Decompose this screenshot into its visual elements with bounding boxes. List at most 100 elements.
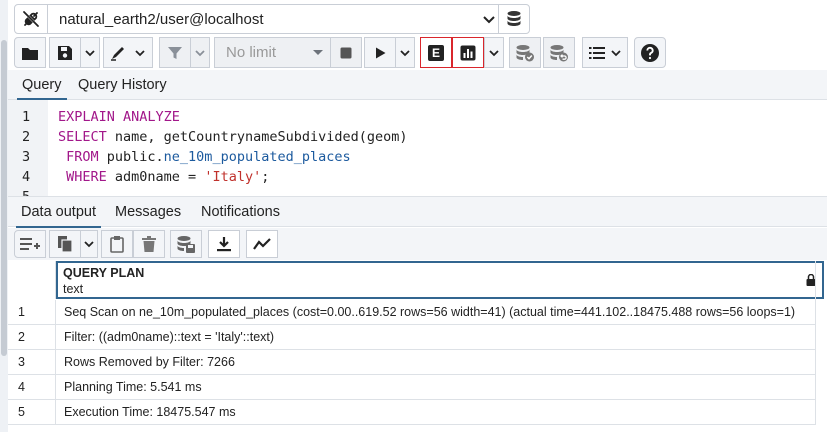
clipboard-icon	[110, 236, 124, 253]
folder-icon	[22, 47, 38, 60]
filter-button[interactable]	[159, 37, 191, 68]
tab-notifications[interactable]: Notifications	[201, 204, 280, 220]
table-row[interactable]: 5 Execution Time: 18475.547 ms	[8, 400, 816, 425]
row-limit-select[interactable]: No limit	[214, 37, 336, 68]
sql-text: ;	[261, 169, 270, 185]
chevron-down-icon	[400, 49, 410, 56]
connection-label: natural_earth2/user@localhost	[59, 10, 264, 28]
tab-query-history[interactable]: Query History	[78, 77, 167, 93]
query-plan-cell[interactable]: Rows Removed by Filter: 7266	[64, 355, 235, 369]
tab-data-output[interactable]: Data output	[16, 204, 101, 228]
explain-button[interactable]: E	[420, 37, 452, 68]
sql-text: public.	[98, 149, 164, 165]
chevron-down-icon	[85, 49, 95, 56]
query-toolbar: No limit E	[14, 37, 827, 68]
sql-text: adm0name =	[106, 169, 205, 185]
sql-keyword: SELECT	[58, 129, 107, 145]
sql-identifier: ne_10m_populated_places	[163, 149, 351, 165]
column-type: text	[63, 282, 84, 296]
row-number: 1	[8, 300, 56, 324]
commit-button[interactable]	[509, 37, 541, 68]
code-line: WHERE adm0name = 'Italy';	[58, 169, 269, 185]
chevron-down-icon	[195, 49, 205, 56]
add-row-button[interactable]	[14, 230, 46, 258]
execute-options-dropdown[interactable]	[395, 37, 415, 68]
line-number: 3	[22, 149, 31, 165]
query-plan-cell[interactable]: Seq Scan on ne_10m_populated_places (cos…	[64, 305, 795, 319]
download-icon	[217, 237, 231, 252]
macros-button[interactable]	[582, 37, 628, 68]
stop-button[interactable]	[330, 37, 362, 68]
sql-editor[interactable]: 1 2 3 4 5 EXPLAIN ANALYZE SELECT name, g…	[8, 100, 827, 196]
line-number: 5	[22, 189, 42, 196]
open-file-button[interactable]	[14, 37, 46, 68]
help-button[interactable]	[634, 37, 666, 68]
chevron-down-icon	[84, 241, 94, 248]
line-chart-icon	[253, 238, 271, 250]
list-icon	[588, 46, 605, 59]
copy-icon	[58, 236, 73, 253]
row-number: 5	[8, 400, 56, 424]
line-number: 4	[22, 169, 31, 185]
table-row[interactable]: 1 Seq Scan on ne_10m_populated_places (c…	[8, 300, 816, 325]
edit-button[interactable]	[103, 37, 153, 68]
query-plan-cell[interactable]: Execution Time: 18475.547 ms	[64, 405, 236, 419]
query-plan-cell[interactable]: Filter: ((adm0name)::text = 'Italy'::tex…	[64, 330, 274, 344]
database-undo-icon	[550, 44, 568, 61]
connection-status-button[interactable]	[14, 4, 48, 34]
caret-down-icon	[313, 50, 323, 55]
explain-options-dropdown[interactable]	[484, 37, 504, 68]
sql-string: 'Italy'	[204, 169, 262, 185]
scrollbar-thumb[interactable]	[1, 40, 7, 356]
filter-icon	[168, 46, 182, 59]
delete-button[interactable]	[133, 230, 165, 258]
play-icon	[376, 47, 386, 58]
add-row-icon	[20, 238, 40, 250]
new-connection-button[interactable]	[498, 4, 530, 34]
line-number: 1	[22, 109, 31, 125]
connection-bar: natural_earth2/user@localhost	[14, 4, 534, 34]
table-row[interactable]: 3 Rows Removed by Filter: 7266	[8, 350, 816, 375]
code-line: EXPLAIN ANALYZE	[58, 109, 180, 125]
graph-visualiser-button[interactable]	[246, 230, 278, 258]
help-icon	[641, 43, 659, 62]
copy-options-dropdown[interactable]	[80, 230, 98, 258]
code-line: SELECT name, getCountrynameSubdivided(ge…	[58, 129, 408, 145]
chevron-down-icon	[489, 49, 499, 56]
query-plan-cell[interactable]: Planning Time: 5.541 ms	[64, 380, 202, 394]
sql-keyword: FROM	[58, 149, 99, 165]
save-button[interactable]	[49, 37, 81, 68]
tab-query[interactable]: Query	[17, 77, 66, 100]
chevron-down-icon	[610, 49, 621, 56]
chevron-down-icon	[483, 16, 495, 24]
table-row[interactable]: 2 Filter: ((adm0name)::text = 'Italy'::t…	[8, 325, 816, 350]
rollback-button[interactable]	[543, 37, 575, 68]
database-check-icon	[516, 44, 534, 61]
stop-icon	[340, 47, 352, 58]
paste-button[interactable]	[101, 230, 133, 258]
row-number: 3	[8, 350, 56, 374]
disconnected-plug-icon	[23, 11, 39, 27]
column-header-query-plan[interactable]: QUERY PLAN text	[56, 261, 824, 299]
save-results-button[interactable]	[170, 230, 202, 258]
row-number: 4	[8, 375, 56, 399]
save-options-dropdown[interactable]	[80, 37, 100, 68]
copy-button[interactable]	[49, 230, 81, 258]
chevron-down-icon	[135, 49, 145, 56]
download-button[interactable]	[208, 230, 240, 258]
grid-corner-cell[interactable]	[8, 261, 56, 299]
sql-keyword: WHERE	[58, 169, 107, 185]
trash-icon	[142, 236, 156, 252]
result-toolbar	[8, 228, 827, 260]
table-row[interactable]: 4 Planning Time: 5.541 ms	[8, 375, 816, 400]
row-limit-label: No limit	[226, 44, 277, 61]
database-save-icon	[177, 236, 195, 253]
explain-analyze-button[interactable]	[452, 37, 484, 68]
connection-select[interactable]: natural_earth2/user@localhost	[47, 4, 507, 34]
tab-messages[interactable]: Messages	[115, 204, 181, 220]
execute-button[interactable]	[364, 37, 396, 68]
column-name: QUERY PLAN	[63, 266, 145, 280]
save-icon	[58, 45, 72, 60]
left-panel-scrollbar[interactable]	[0, 0, 8, 432]
filter-options-dropdown[interactable]	[190, 37, 210, 68]
